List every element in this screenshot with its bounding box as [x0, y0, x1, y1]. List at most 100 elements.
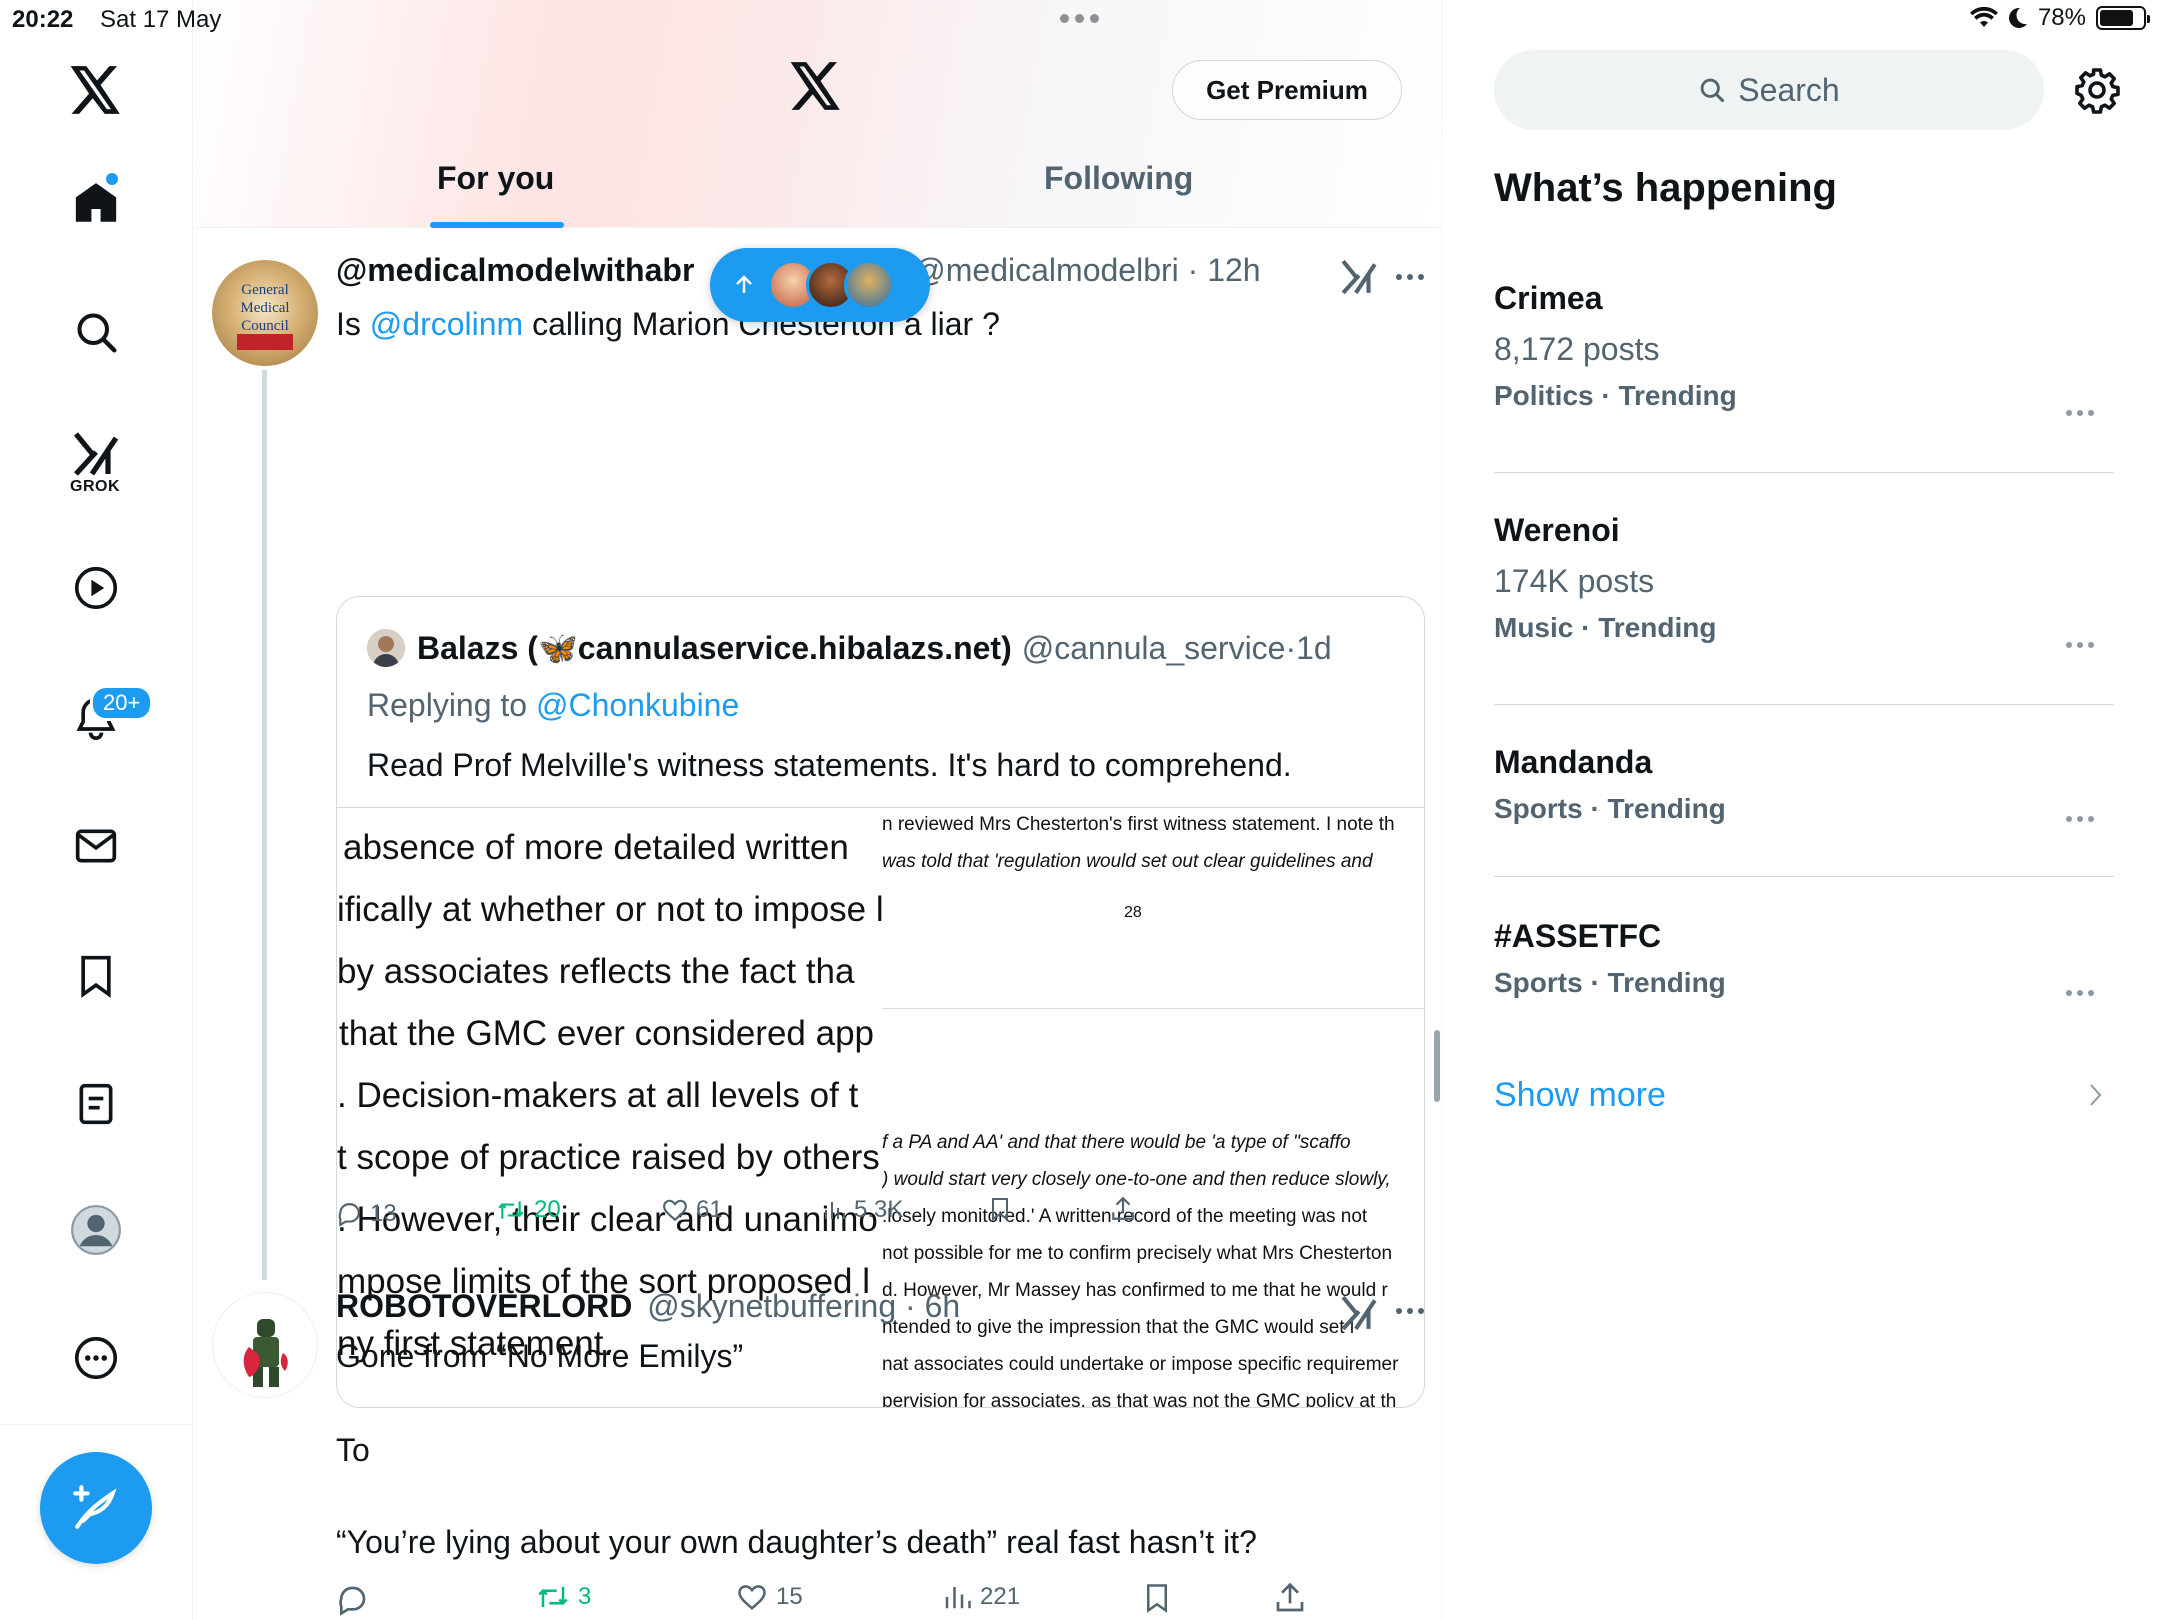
search-input[interactable]: Search [1494, 50, 2044, 130]
like-button[interactable]: 61 [662, 1196, 723, 1224]
search-placeholder: Search [1738, 71, 1840, 108]
chevron-right-icon [2090, 1084, 2102, 1106]
display-name[interactable]: ROBOTOVERLORD [336, 1288, 632, 1324]
reply-button[interactable]: 13 [336, 1200, 397, 1228]
views-button[interactable]: 5.3K [822, 1196, 903, 1224]
grok-icon[interactable] [66, 424, 126, 484]
document-line: ifically at whether or not to impose lir [337, 890, 882, 929]
more-icon[interactable] [66, 1328, 126, 1388]
trend-item[interactable]: Mandanda Sports · Trending [1494, 744, 2114, 825]
wifi-icon [1969, 7, 1998, 27]
scrollbar[interactable] [1434, 1030, 1440, 1102]
document-line: that the GMC ever considered app [339, 1014, 875, 1053]
quoted-display-name[interactable]: Balazs (🦋cannulaservice.hibalazs.net) [417, 629, 1012, 667]
page-separator [882, 1008, 1424, 1009]
divider [1494, 876, 2114, 877]
bookmark-button[interactable] [1142, 1582, 1172, 1614]
views-icon [945, 1587, 971, 1609]
share-button[interactable] [1110, 1196, 1136, 1222]
more-options-icon[interactable] [1396, 1308, 1424, 1314]
trend-item[interactable]: Crimea 8,172 posts Politics · Trending [1494, 280, 2114, 416]
quoted-tweet-text: Read Prof Melville's witness statements.… [367, 747, 1292, 783]
trend-title: #ASSETFC [1494, 918, 1662, 954]
multitasking-dots-icon[interactable] [1060, 14, 1099, 23]
bookmark-button[interactable] [988, 1196, 1012, 1222]
trend-category: Sports · Trending [1494, 793, 1726, 824]
nav-divider [0, 1424, 193, 1425]
more-options-icon[interactable] [1396, 274, 1424, 280]
divider [1494, 704, 2114, 705]
show-more-link[interactable]: Show more [1494, 1076, 1666, 1115]
tweet[interactable]: General Medical Council @medicalmodelwitha… [194, 228, 1441, 1408]
repost-icon [538, 1587, 568, 1607]
display-name[interactable]: @medicalmodelwithabr [336, 252, 694, 288]
arrow-up-icon [736, 275, 752, 293]
new-posts-pill[interactable] [710, 248, 930, 322]
like-count: 15 [776, 1583, 803, 1610]
reply-icon [338, 1203, 360, 1227]
tweet-text-line: “You’re lying about your own daughter’s … [336, 1524, 1257, 1560]
share-button[interactable] [1274, 1582, 1306, 1614]
tweet[interactable]: ROBOTOVERLORD @skynetbuffering · 6h Gone… [194, 1278, 1441, 1620]
whats-happening-title: What’s happening [1494, 166, 1837, 210]
handle[interactable]: @skynetbuffering [647, 1288, 896, 1324]
bookmark-icon [992, 1198, 1008, 1221]
avatar[interactable] [212, 1292, 318, 1398]
more-options-icon[interactable] [2066, 410, 2094, 416]
quoted-handle[interactable]: @cannula_service [1022, 630, 1286, 667]
avatar[interactable] [367, 629, 405, 667]
video-icon[interactable] [66, 558, 126, 618]
search-icon[interactable] [66, 302, 126, 362]
like-button[interactable]: 15 [736, 1582, 803, 1612]
trend-title: Crimea [1494, 280, 1603, 316]
battery-level [2100, 10, 2133, 26]
bookmarks-icon[interactable] [66, 946, 126, 1006]
trend-category: Politics · Trending [1494, 380, 1737, 411]
handle[interactable]: @medicalmodelbri [913, 252, 1178, 288]
x-logo-icon[interactable] [790, 62, 842, 115]
tab-following[interactable]: Following [1044, 160, 1193, 197]
view-count: 221 [980, 1583, 1021, 1610]
tweet-text-line: To [336, 1432, 370, 1468]
more-options-icon[interactable] [2066, 642, 2094, 648]
get-premium-button[interactable]: Get Premium [1172, 60, 1402, 120]
quoted-time: 1d [1296, 629, 1332, 666]
more-options-icon[interactable] [2066, 816, 2094, 822]
tweet-time[interactable]: 6h [925, 1288, 961, 1324]
battery-percent: 78% [2037, 4, 2086, 31]
tweet-time[interactable]: 12h [1207, 252, 1260, 288]
trend-item[interactable]: Werenoi 174K posts Music · Trending [1494, 512, 2114, 648]
mention-link[interactable]: @Chonkubine [536, 687, 739, 723]
profile-icon[interactable] [66, 1200, 126, 1260]
settings-gear-icon[interactable] [2073, 66, 2121, 119]
mention-link[interactable]: @drcolinm [370, 306, 523, 342]
repost-button[interactable]: 20 [496, 1196, 561, 1224]
compose-post-button[interactable] [40, 1452, 152, 1564]
reply-button[interactable] [336, 1584, 376, 1616]
trend-title: Mandanda [1494, 744, 1653, 780]
search-icon [1700, 78, 1725, 103]
trend-item[interactable]: #ASSETFC Sports · Trending [1494, 918, 2114, 999]
document-line: absence of more detailed written [343, 828, 849, 867]
right-sidebar: Search What’s happening Crimea 8,172 pos… [1443, 0, 2160, 1620]
avatar[interactable]: General Medical Council [212, 260, 318, 366]
messages-icon[interactable] [66, 816, 126, 876]
views-button[interactable]: 221 [942, 1582, 1020, 1612]
trend-category: Music · Trending [1494, 612, 1717, 643]
document-line: t scope of practice raised by others [337, 1138, 880, 1177]
grok-icon[interactable] [1340, 1294, 1378, 1332]
lists-icon[interactable] [66, 1074, 126, 1134]
svg-text:General: General [241, 282, 288, 298]
heart-icon [738, 1585, 766, 1610]
tab-for-you[interactable]: For you [437, 160, 554, 197]
more-options-icon[interactable] [2066, 990, 2094, 996]
document-line: by associates reflects the fact tha [337, 952, 855, 991]
grok-icon[interactable] [1340, 258, 1378, 296]
bookmark-icon [1147, 1584, 1167, 1613]
share-icon [1276, 1582, 1304, 1612]
x-logo-icon[interactable] [66, 60, 126, 120]
repost-button[interactable]: 3 [536, 1582, 591, 1612]
reply-icon [339, 1586, 366, 1616]
council-logo-icon: General Medical Council [237, 282, 293, 350]
document-line: f a PA and AA' and that there would be '… [882, 1132, 1351, 1153]
